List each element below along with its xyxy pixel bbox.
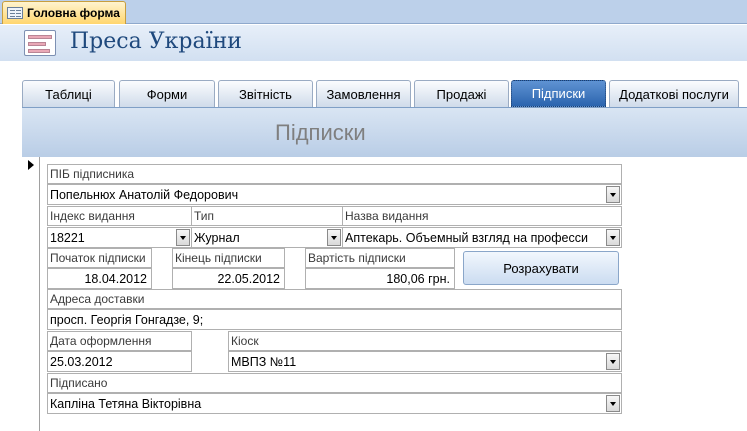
issue-date-field[interactable]: 25.03.2012 [47,351,192,372]
tab-reports[interactable]: Звітність [218,80,313,107]
kiosk-label: Кіоск [228,331,622,351]
kiosk-combo[interactable]: МВПЗ №11 [228,351,622,372]
tab-orders[interactable]: Замовлення [316,80,411,107]
document-tab-label: Головна форма [27,6,120,20]
cost-label: Вартість підписки [305,248,455,268]
tab-tables[interactable]: Таблиці [22,80,115,107]
signed-combo[interactable]: Капліна Тетяна Вікторівна [47,393,622,414]
current-record-arrow-icon [28,160,34,170]
tab-subscriptions[interactable]: Підписки [511,80,606,107]
signed-dropdown-icon[interactable] [606,395,620,412]
app-title: Преса України [70,29,242,54]
tab-forms[interactable]: Форми [119,80,215,107]
edition-name-label: Назва видання [342,206,622,226]
end-date-label: Кінець підписки [172,248,285,268]
navigation-tabs: Таблиці Форми Звітність Замовлення Прода… [22,80,747,107]
document-tab-main-form[interactable]: Головна форма [2,1,126,24]
tab-additional-services[interactable]: Додаткові послуги [609,80,739,107]
subscriber-dropdown-icon[interactable] [606,186,620,203]
form-header: Преса України [0,25,747,61]
edition-index-label: Індекс видання [47,206,192,226]
subscriber-combo[interactable]: Попельнюх Анатолій Федорович [47,184,622,205]
signed-label: Підписано [47,373,622,393]
edition-index-dropdown-icon[interactable] [176,229,190,246]
form-icon [7,7,23,19]
calculate-button[interactable]: Розрахувати [463,251,619,285]
end-date-field[interactable]: 22.05.2012 [172,268,285,289]
subscriber-label: ПІБ підписника [47,164,622,184]
type-dropdown-icon[interactable] [327,229,341,246]
form-title-band: Підписки [22,107,747,157]
address-label: Адреса доставки [47,289,622,309]
edition-name-combo[interactable]: Аптекарь. Объемный взгляд на професси [342,227,622,248]
tab-sales[interactable]: Продажі [414,80,509,107]
form-title: Підписки [275,120,366,145]
type-label: Тип [191,206,343,226]
kiosk-dropdown-icon[interactable] [606,353,620,370]
type-combo[interactable]: Журнал [191,227,343,248]
start-date-field[interactable]: 18.04.2012 [47,268,152,289]
record-selector[interactable] [22,157,40,431]
document-tab-strip: Головна форма [0,0,747,24]
address-field[interactable]: просп. Георгія Гонгадзе, 9; [47,309,622,330]
edition-index-combo[interactable]: 18221 [47,227,192,248]
edition-name-dropdown-icon[interactable] [606,229,620,246]
cost-field[interactable]: 180,06 грн. [305,268,455,289]
app-logo-icon [24,30,56,56]
issue-date-label: Дата оформлення [47,331,192,351]
start-date-label: Початок підписки [47,248,152,268]
